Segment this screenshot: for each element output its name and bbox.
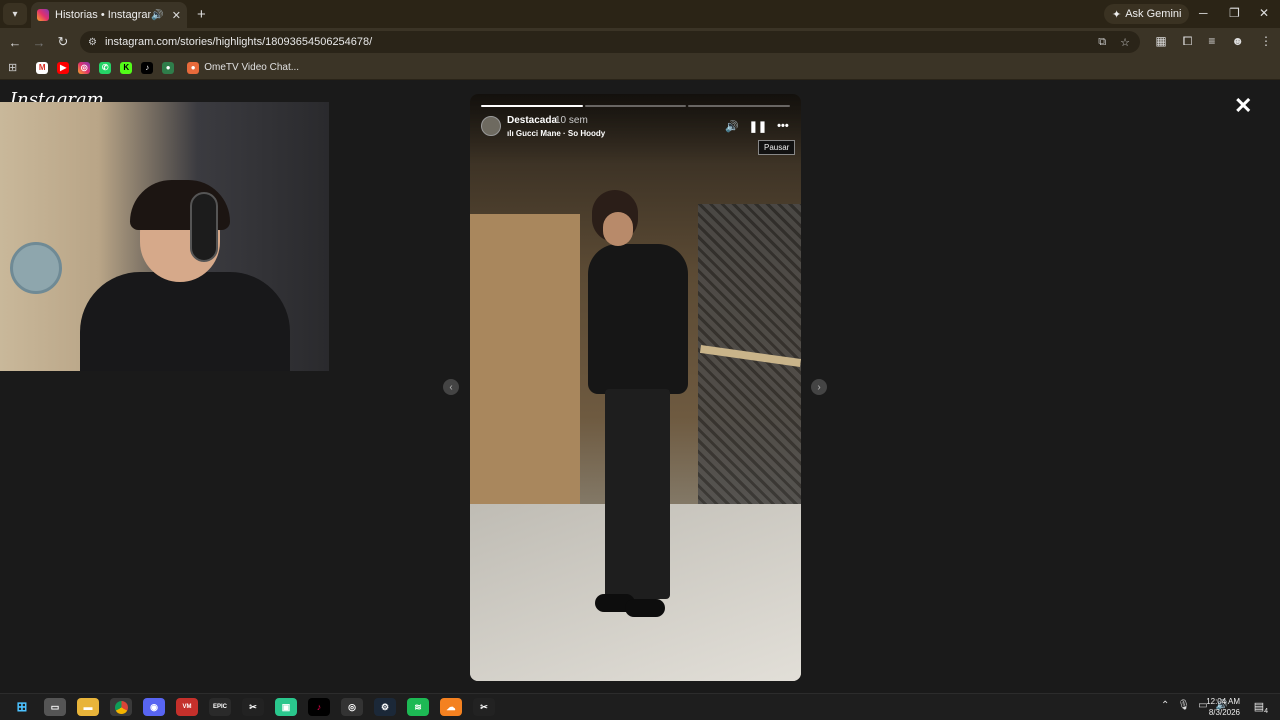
tab-search-dropdown[interactable]: ▾: [3, 3, 27, 25]
bookmark-ometv[interactable]: ● OmeTV Video Chat...: [187, 61, 300, 74]
story-music-text: Gucci Mane · So Hoody: [515, 129, 606, 138]
install-app-icon[interactable]: ⧉: [1098, 36, 1106, 49]
reload-icon[interactable]: ↻: [51, 34, 75, 50]
story-person-legs: [605, 389, 670, 599]
progress-segment: [688, 105, 791, 107]
obs-icon[interactable]: ◎: [341, 698, 363, 716]
instagram-favicon-icon: [37, 9, 49, 21]
ometv-icon: ●: [187, 61, 200, 74]
tray-overflow-icon[interactable]: ⌃: [1161, 700, 1169, 711]
ask-gemini-label: Ask Gemini: [1125, 8, 1182, 20]
steam-icon[interactable]: ⚙: [374, 698, 396, 716]
ask-gemini-button[interactable]: ✦ Ask Gemini: [1104, 4, 1190, 24]
previous-story-button[interactable]: ‹: [443, 379, 459, 395]
volume-icon[interactable]: 🔊: [725, 120, 739, 133]
tab-close-icon[interactable]: ✕: [172, 9, 181, 22]
task-view-icon[interactable]: ▭: [44, 698, 66, 716]
bookmark-star-icon[interactable]: ☆: [1120, 36, 1130, 49]
more-options-icon[interactable]: •••: [777, 120, 789, 133]
windows-taskbar: ⊞ ▭ ▬ ◉ VM EPIC ✂ ▣ ♪ ◎ ⚙ ≋ ☁ ✂ ⌃ 🎙 ▭ 🔊 …: [0, 693, 1280, 720]
avatar[interactable]: [481, 116, 501, 136]
next-story-button[interactable]: ›: [811, 379, 827, 395]
spotify-icon[interactable]: ≋: [407, 698, 429, 716]
epic-games-icon[interactable]: EPIC: [209, 698, 231, 716]
discord-icon[interactable]: ◉: [143, 698, 165, 716]
clock-time: 12:04 AM: [1206, 697, 1240, 706]
address-bar[interactable]: ⚙ instagram.com/stories/highlights/18093…: [80, 31, 1140, 53]
close-story-button[interactable]: ✕: [1234, 93, 1252, 119]
profile-icon[interactable]: ☻: [1231, 34, 1244, 49]
voicemeeter-icon[interactable]: VM: [176, 698, 198, 716]
new-tab-button[interactable]: +: [197, 6, 206, 23]
gmail-icon[interactable]: M: [36, 61, 49, 74]
tab-instagram[interactable]: Historias • Instagram 🔊 ✕: [31, 2, 187, 28]
chrome-icon[interactable]: [110, 698, 132, 716]
cloudflare-icon[interactable]: ☁: [440, 698, 462, 716]
microphone-icon[interactable]: 🎙: [1177, 700, 1190, 711]
headset-shape: [190, 192, 218, 262]
story-timestamp: 10 sem: [555, 115, 588, 126]
kick-icon[interactable]: K: [120, 61, 133, 74]
webcam-overlay: [0, 102, 329, 371]
story-shoe: [625, 599, 665, 617]
story-person-face: [603, 212, 633, 246]
capcut-2-icon[interactable]: ✂: [473, 698, 495, 716]
apps-grid-icon[interactable]: ⊞: [8, 61, 17, 74]
media-control-icon[interactable]: ≡: [1208, 34, 1215, 49]
bookmarks-bar: ⊞ M ▶ ◎ ✆ K ♪ ● ● OmeTV Video Chat...: [0, 56, 1280, 80]
tiktok-icon[interactable]: ♪: [141, 61, 154, 74]
forward-icon[interactable]: →: [27, 35, 51, 50]
story-controls: 🔊 ❚❚ •••: [725, 120, 789, 133]
tiktok-taskbar-icon[interactable]: ♪: [308, 698, 330, 716]
tab-title: Historias • Instagram: [55, 9, 152, 21]
music-bars-icon: ılı: [507, 129, 516, 138]
app-green-icon[interactable]: ▣: [275, 698, 297, 716]
progress-segment: [481, 105, 583, 107]
browser-toolbar: ← → ↻ ⚙ instagram.com/stories/highlights…: [0, 28, 1280, 56]
audio-playing-icon[interactable]: 🔊: [151, 10, 163, 21]
story-wall: [470, 214, 580, 514]
story-username[interactable]: Destacada: [507, 115, 557, 126]
bookmark-green-icon[interactable]: ●: [162, 61, 175, 74]
start-windows-icon[interactable]: ⊞: [11, 698, 33, 716]
pause-tooltip: Pausar: [758, 140, 796, 155]
instagram-story-viewer: Instagram ✕ ‹ Destacada 10 sem ılı Gucci…: [0, 81, 1280, 693]
menu-kebab-icon[interactable]: ⋮: [1260, 34, 1272, 49]
minimize-icon[interactable]: ─: [1199, 6, 1208, 20]
bookmark-ometv-label: OmeTV Video Chat...: [204, 62, 300, 73]
fan-shape: [10, 242, 62, 294]
notification-center-icon[interactable]: ▤4: [1254, 700, 1268, 715]
youtube-icon[interactable]: ▶: [57, 61, 70, 74]
back-icon[interactable]: ←: [3, 35, 27, 50]
story-fence: [698, 204, 801, 544]
site-info-icon[interactable]: ⚙: [88, 37, 97, 48]
gemini-sparkle-icon: ✦: [1112, 8, 1122, 21]
tab-strip: ▾ Historias • Instagram 🔊 ✕ + ✦ Ask Gemi…: [0, 0, 1280, 28]
restore-icon[interactable]: ❐: [1229, 6, 1240, 20]
person-body: [80, 272, 290, 371]
instagram-icon[interactable]: ◎: [78, 61, 91, 74]
qr-icon[interactable]: ▦: [1155, 34, 1166, 49]
story-music-label[interactable]: ılı Gucci Mane · So Hoody: [507, 129, 605, 138]
story-card[interactable]: Destacada 10 sem ılı Gucci Mane · So Hoo…: [470, 94, 801, 681]
window-close-icon[interactable]: ✕: [1259, 6, 1269, 20]
story-progress-bar: [481, 105, 791, 107]
clock-date: 8/3/2026: [1208, 708, 1240, 717]
extensions-icon[interactable]: ⧠: [1183, 34, 1193, 49]
progress-segment: [584, 105, 687, 107]
clock[interactable]: 12:04 AM 8/3/2026: [1206, 696, 1240, 718]
whatsapp-icon[interactable]: ✆: [99, 61, 112, 74]
url-text: instagram.com/stories/highlights/1809365…: [104, 36, 373, 48]
notification-count: 4: [1264, 708, 1268, 716]
pause-icon[interactable]: ❚❚: [749, 120, 767, 133]
story-person-body: [588, 244, 688, 394]
capcut-icon[interactable]: ✂: [242, 698, 264, 716]
file-explorer-icon[interactable]: ▬: [77, 698, 99, 716]
